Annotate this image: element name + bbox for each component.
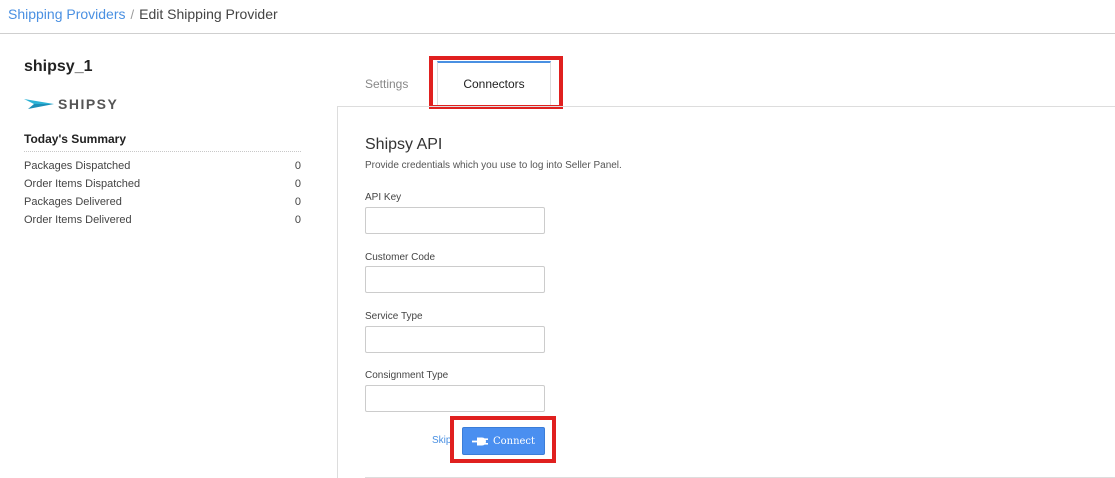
summary-row: Packages Dispatched 0 — [24, 159, 301, 177]
summary-list: Packages Dispatched 0 Order Items Dispat… — [24, 159, 301, 231]
summary-label: Packages Dispatched — [24, 160, 131, 172]
provider-logo-text: SHIPSY — [58, 96, 119, 112]
summary-row: Order Items Delivered 0 — [24, 213, 301, 231]
connect-button-label: Connect — [492, 435, 536, 447]
breadcrumb: Shipping Providers / Edit Shipping Provide… — [8, 6, 278, 22]
breadcrumb-current: Edit Shipping Provider — [139, 6, 278, 22]
summary-value: 0 — [294, 160, 301, 172]
summary-value: 0 — [294, 178, 301, 190]
summary-value: 0 — [294, 214, 301, 226]
summary-label: Packages Delivered — [24, 196, 122, 208]
summary-title: Today's Summary — [24, 132, 301, 152]
connector-title: Shipsy API — [365, 136, 443, 153]
summary-value: 0 — [294, 196, 301, 208]
breadcrumb-separator: / — [130, 7, 135, 22]
api-key-input[interactable] — [365, 207, 545, 234]
provider-sidebar: shipsy_1 SHIPSY Today's Summary Packages… — [24, 58, 301, 231]
summary-label: Order Items Dispatched — [24, 178, 141, 190]
tab-settings[interactable]: Settings — [365, 77, 408, 91]
service-type-input[interactable] — [365, 326, 545, 353]
plug-icon — [471, 437, 488, 446]
provider-name: shipsy_1 — [24, 58, 93, 75]
summary-row: Packages Delivered 0 — [24, 195, 301, 213]
header-divider — [0, 33, 1115, 34]
api-key-label: API Key — [365, 192, 402, 203]
tab-connectors[interactable]: Connectors — [437, 61, 551, 106]
consignment-type-input[interactable] — [365, 385, 545, 412]
connect-button[interactable]: Connect — [462, 427, 545, 455]
customer-code-label: Customer Code — [365, 252, 436, 263]
skip-link[interactable]: Skip — [432, 435, 451, 446]
summary-row: Order Items Dispatched 0 — [24, 177, 301, 195]
summary-label: Order Items Delivered — [24, 214, 132, 226]
consignment-type-label: Consignment Type — [365, 370, 449, 381]
customer-code-input[interactable] — [365, 266, 545, 293]
provider-logo: SHIPSY — [24, 93, 301, 115]
service-type-label: Service Type — [365, 311, 423, 322]
shipsy-logo-icon — [24, 99, 54, 109]
breadcrumb-shipping-providers-link[interactable]: Shipping Providers — [8, 6, 126, 22]
connector-description: Provide credentials which you use to log… — [365, 160, 622, 171]
connector-panel: Shipsy API Provide credentials which you… — [337, 106, 1115, 478]
